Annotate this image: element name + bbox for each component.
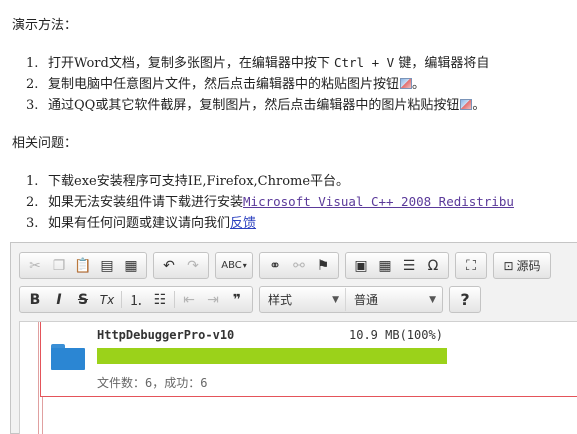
upload-file-name: HttpDebuggerPro-v10: [97, 328, 235, 342]
feedback-link[interactable]: 反馈: [230, 216, 256, 231]
demo-item-3: 3. 通过QQ或其它软件截屏，复制图片，然后点击编辑器中的图片粘贴按钮。: [26, 98, 486, 113]
clipboard-group: ✂ ❐ 📋 ▤ ▦: [19, 252, 147, 279]
paste-word-icon[interactable]: ▦: [119, 254, 143, 277]
unlink-icon[interactable]: ⚯: [287, 254, 311, 277]
italic-button[interactable]: I: [47, 288, 71, 311]
vc-redist-link[interactable]: Microsoft Visual C++ 2008 Redistribu: [243, 194, 514, 209]
style-combo-group: 样式 ▼ 普通 ▼: [259, 286, 443, 313]
indent-icon[interactable]: ⇥: [201, 288, 225, 311]
remove-format-button[interactable]: Tx: [95, 288, 119, 311]
separator: [174, 291, 175, 308]
insert-group: ▣ ▦ ☰ Ω: [345, 252, 449, 279]
source-button[interactable]: ⊡ 源码: [497, 254, 547, 277]
source-group: ⊡ 源码: [493, 252, 551, 279]
outdent-icon[interactable]: ⇤: [177, 288, 201, 311]
undo-group: ↶ ↷: [153, 252, 209, 279]
separator: [121, 291, 122, 308]
chevron-down-icon: ▼: [332, 294, 339, 305]
source-icon: ⊡: [503, 258, 514, 273]
format-dropdown[interactable]: 普通 ▼: [346, 288, 442, 311]
rich-text-editor: ✂ ❐ 📋 ▤ ▦ ↶ ↷ ABC▾ ⚭ ⚯ ⚑ ▣ ▦ ☰ Ω ⛶ ⊡源码: [10, 242, 577, 434]
help-group: ?: [449, 286, 481, 313]
special-char-icon[interactable]: Ω: [421, 254, 445, 277]
blockquote-icon[interactable]: ❞: [225, 288, 249, 311]
bulleted-list-icon[interactable]: ☷: [148, 288, 172, 311]
upload-progress-bar: [97, 348, 447, 364]
help-button[interactable]: ?: [453, 288, 477, 311]
maximize-group: ⛶: [455, 252, 487, 279]
image-icon[interactable]: ▣: [349, 254, 373, 277]
upload-progress-fill: [97, 348, 447, 364]
paste-text-icon[interactable]: ▤: [95, 254, 119, 277]
spellcheck-group: ABC ▾: [215, 252, 253, 279]
issue-item-2: 2. 如果无法安装组件请下载进行安装Microsoft Visual C++ 20…: [26, 194, 514, 210]
table-icon[interactable]: ▦: [373, 254, 397, 277]
cut-icon[interactable]: ✂: [23, 254, 47, 277]
paste-image-icon: [460, 99, 473, 110]
upload-status: 文件数：6，成功：6: [97, 376, 208, 390]
toolbar-row-2: B I S Tx ⒈ ☷ ⇤ ⇥ ❞ 样式 ▼ 普通 ▼ ?: [19, 285, 481, 314]
upload-panel: HttpDebuggerPro-v10 10.9 MB(100%) 文件数：6，…: [40, 322, 577, 397]
folder-icon: [51, 344, 85, 370]
margin-line: [38, 322, 39, 434]
spellcheck-button[interactable]: ABC ▾: [219, 254, 249, 277]
style-dropdown[interactable]: 样式 ▼: [260, 288, 346, 311]
issue-item-3: 3. 如果有任何问题或建议请向我们反馈: [26, 216, 257, 231]
chevron-down-icon: ▼: [429, 294, 436, 305]
link-icon[interactable]: ⚭: [263, 254, 287, 277]
toolbar-row-1: ✂ ❐ 📋 ▤ ▦ ↶ ↷ ABC ▾ ⚭ ⚯ ⚑ ▣ ▦ ☰ Ω ⛶ ⊡ 源码: [19, 251, 551, 280]
basic-style-group: B I S Tx ⒈ ☷ ⇤ ⇥ ❞: [19, 286, 253, 313]
maximize-icon[interactable]: ⛶: [459, 254, 483, 277]
issues-heading: 相关问题：: [12, 136, 78, 151]
editor-content[interactable]: HttpDebuggerPro-v10 10.9 MB(100%) 文件数：6，…: [19, 321, 577, 434]
paste-icon[interactable]: 📋: [71, 254, 95, 277]
anchor-icon[interactable]: ⚑: [311, 254, 335, 277]
numbered-list-icon[interactable]: ⒈: [124, 288, 148, 311]
paste-image-icon: [400, 78, 413, 89]
demo-item-2: 2. 复制电脑中任意图片文件，然后点击编辑器中的粘贴图片按钮。: [26, 77, 426, 92]
strike-button[interactable]: S: [71, 288, 95, 311]
upload-file-size: 10.9 MB(100%): [349, 328, 443, 342]
link-group: ⚭ ⚯ ⚑: [259, 252, 339, 279]
undo-icon[interactable]: ↶: [157, 254, 181, 277]
bold-button[interactable]: B: [23, 288, 47, 311]
horizontal-rule-icon[interactable]: ☰: [397, 254, 421, 277]
redo-icon[interactable]: ↷: [181, 254, 205, 277]
issue-item-1: 1. 下载exe安装程序可支持IE,Firefox,Chrome平台。: [26, 174, 350, 189]
copy-icon[interactable]: ❐: [47, 254, 71, 277]
demo-heading: 演示方法：: [12, 18, 78, 33]
demo-item-1: 1. 打开Word文档，复制多张图片，在编辑器中按下 Ctrl + V 键，编辑器…: [26, 55, 490, 71]
